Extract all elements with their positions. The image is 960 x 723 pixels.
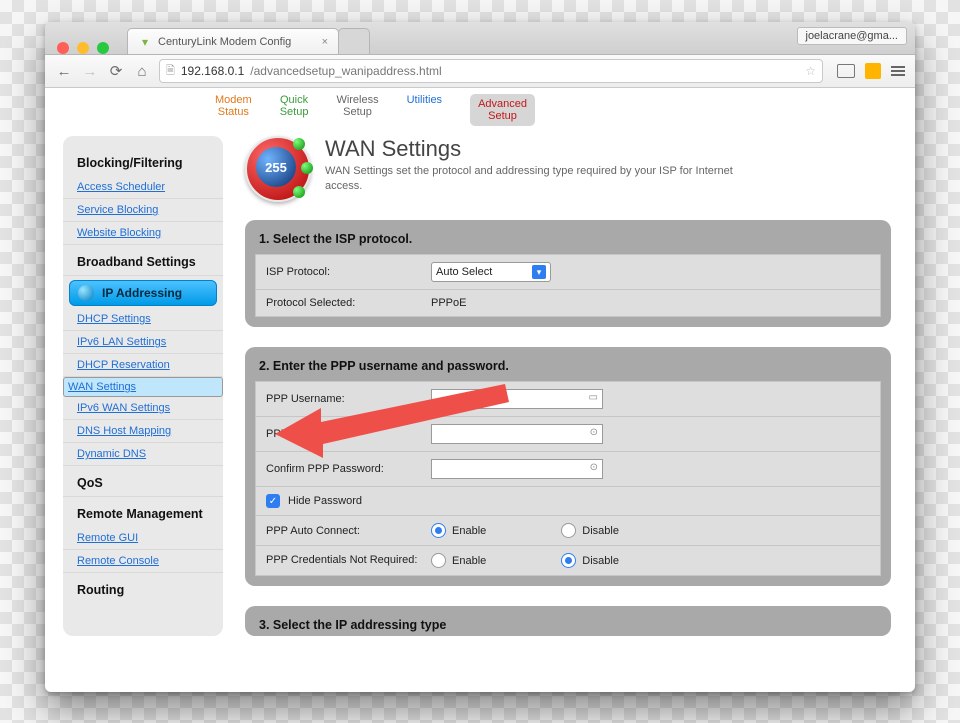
- ppp-password-input[interactable]: ⊙: [431, 424, 603, 444]
- hide-password-label: Hide Password: [288, 495, 362, 507]
- page-icon: 🗎: [166, 62, 175, 81]
- sidebar-link-service-blocking[interactable]: Service Blocking: [63, 199, 223, 222]
- sidebar-head-broadband: Broadband Settings: [63, 245, 223, 275]
- window-controls: [45, 34, 119, 54]
- ppp-confirm-input[interactable]: ⊙: [431, 459, 603, 479]
- auto-connect-disable[interactable]: Disable: [561, 523, 619, 538]
- panel1-heading: 1. Select the ISP protocol.: [255, 230, 881, 254]
- url-host: 192.168.0.1: [181, 64, 244, 78]
- wan-icon-number: 255: [256, 147, 296, 187]
- cred-not-required-disable[interactable]: Disable: [561, 553, 619, 568]
- settings-sidebar: Blocking/Filtering Access Scheduler Serv…: [63, 136, 223, 636]
- sidebar-head-ip-addressing[interactable]: IP Addressing: [69, 280, 217, 306]
- ppp-confirm-label: Confirm PPP Password:: [266, 463, 431, 475]
- auto-connect-label: PPP Auto Connect:: [266, 525, 431, 537]
- address-bar[interactable]: 🗎 192.168.0.1 /advancedsetup_wanipaddres…: [159, 59, 823, 83]
- browser-tabstrip: ▾ CenturyLink Modem Config × joelacrane@…: [45, 22, 915, 55]
- panel2-heading: 2. Enter the PPP username and password.: [255, 357, 881, 381]
- ip-addressing-type-panel: 3. Select the IP addressing type: [245, 606, 891, 636]
- nav-modem-status[interactable]: ModemStatus: [215, 94, 252, 118]
- ppp-username-input[interactable]: ▭: [431, 389, 603, 409]
- favicon-icon: ▾: [138, 35, 152, 49]
- profile-badge[interactable]: joelacrane@gma...: [797, 27, 908, 45]
- ip-addressing-label: IP Addressing: [102, 286, 182, 300]
- browser-toolbar: ← → ⟳ ⌂ 🗎 192.168.0.1 /advancedsetup_wan…: [45, 55, 915, 88]
- protocol-selected-label: Protocol Selected:: [266, 297, 431, 309]
- contact-icon: ▭: [589, 392, 598, 403]
- isp-protocol-value: Auto Select: [436, 266, 492, 278]
- sidebar-link-remote-console[interactable]: Remote Console: [63, 550, 223, 572]
- disable-label-2: Disable: [582, 555, 619, 567]
- cred-not-required-enable[interactable]: Enable: [431, 553, 486, 568]
- close-window-button[interactable]: [57, 42, 69, 54]
- url-path: /advancedsetup_wanipaddress.html: [250, 64, 441, 78]
- sidebar-link-dynamic-dns[interactable]: Dynamic DNS: [63, 443, 223, 465]
- sidebar-head-routing: Routing: [63, 573, 223, 603]
- isp-protocol-select[interactable]: Auto Select ▾: [431, 262, 551, 282]
- sidebar-link-ipv6-lan[interactable]: IPv6 LAN Settings: [63, 331, 223, 354]
- sidebar-link-dhcp-reservation[interactable]: DHCP Reservation: [63, 354, 223, 377]
- disable-label: Disable: [582, 525, 619, 537]
- browser-tab[interactable]: ▾ CenturyLink Modem Config ×: [127, 28, 339, 54]
- panel3-heading: 3. Select the IP addressing type: [255, 616, 881, 632]
- cred-not-required-label: PPP Credentials Not Required:: [266, 554, 431, 567]
- key-icon: ⊙: [590, 427, 598, 438]
- maximize-window-button[interactable]: [97, 42, 109, 54]
- nav-advanced-setup[interactable]: AdvancedSetup: [470, 94, 535, 126]
- home-button[interactable]: ⌂: [133, 63, 151, 80]
- sidebar-link-dhcp-settings[interactable]: DHCP Settings: [63, 308, 223, 331]
- ppp-password-label: PPP Password:: [266, 428, 431, 440]
- auto-connect-enable[interactable]: Enable: [431, 523, 486, 538]
- reload-button[interactable]: ⟳: [107, 62, 125, 80]
- enable-label: Enable: [452, 525, 486, 537]
- sidebar-head-remote: Remote Management: [63, 497, 223, 527]
- nav-quick-setup[interactable]: QuickSetup: [280, 94, 309, 118]
- hide-password-checkbox[interactable]: ✓: [266, 494, 280, 508]
- enable-label-2: Enable: [452, 555, 486, 567]
- sidebar-link-wan-settings[interactable]: WAN Settings: [63, 377, 223, 397]
- ip-globe-icon: [78, 285, 94, 301]
- ppp-username-label: PPP Username:: [266, 393, 431, 405]
- new-tab-button[interactable]: [338, 28, 370, 54]
- isp-protocol-panel: 1. Select the ISP protocol. ISP Protocol…: [245, 220, 891, 327]
- sidebar-link-access-scheduler[interactable]: Access Scheduler: [63, 176, 223, 199]
- page-title: WAN Settings: [325, 136, 745, 162]
- cast-icon[interactable]: [837, 64, 855, 78]
- sidebar-link-ipv6-wan[interactable]: IPv6 WAN Settings: [63, 397, 223, 420]
- forward-button[interactable]: →: [81, 63, 99, 80]
- tab-title: CenturyLink Modem Config: [158, 36, 291, 48]
- ppp-credentials-panel: 2. Enter the PPP username and password. …: [245, 347, 891, 586]
- select-arrow-icon: ▾: [532, 265, 546, 279]
- sidebar-head-blocking: Blocking/Filtering: [63, 146, 223, 176]
- sidebar-link-remote-gui[interactable]: Remote GUI: [63, 527, 223, 550]
- page-subtitle: WAN Settings set the protocol and addres…: [325, 164, 745, 194]
- key-icon: ⊙: [590, 462, 598, 473]
- modem-top-nav: ModemStatus QuickSetup WirelessSetup Uti…: [45, 88, 915, 136]
- close-tab-icon[interactable]: ×: [322, 36, 328, 48]
- back-button[interactable]: ←: [55, 63, 73, 80]
- wan-settings-icon: 255: [245, 136, 311, 202]
- bookmark-star-icon[interactable]: ☆: [805, 64, 816, 78]
- protocol-selected-value: PPPoE: [431, 297, 601, 309]
- minimize-window-button[interactable]: [77, 42, 89, 54]
- nav-utilities[interactable]: Utilities: [407, 94, 442, 106]
- isp-protocol-label: ISP Protocol:: [266, 266, 431, 278]
- menu-button[interactable]: [891, 66, 905, 76]
- sidebar-link-dns-host-mapping[interactable]: DNS Host Mapping: [63, 420, 223, 443]
- extension-icon[interactable]: [865, 63, 881, 79]
- sidebar-link-website-blocking[interactable]: Website Blocking: [63, 222, 223, 244]
- sidebar-head-qos: QoS: [63, 466, 223, 496]
- nav-wireless-setup[interactable]: WirelessSetup: [336, 94, 378, 118]
